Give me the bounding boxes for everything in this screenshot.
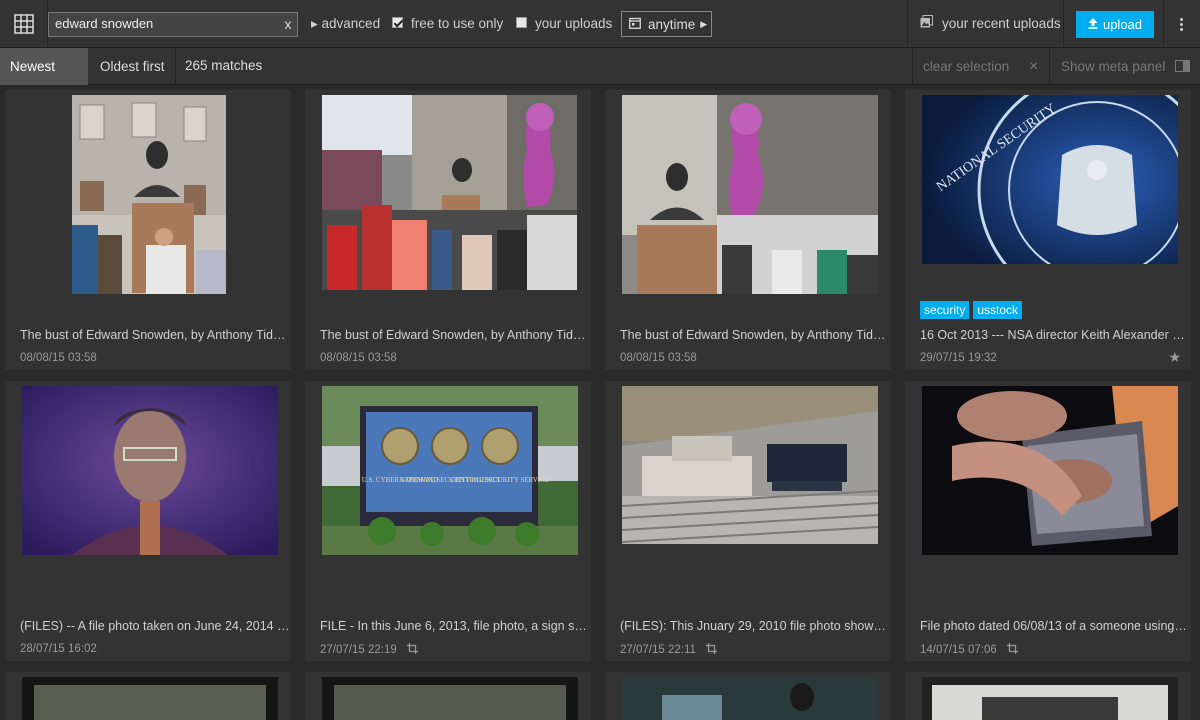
top-toolbar: edward snowden x ▸ advanced free to use … (0, 0, 1200, 48)
result-thumbnail[interactable] (922, 677, 1178, 720)
toolbar-divider (1163, 0, 1164, 48)
result-date: 08/08/15 03:58 (620, 352, 697, 364)
result-thumbnail[interactable] (322, 677, 578, 720)
result-thumbnail[interactable] (22, 677, 278, 720)
recent-uploads-label: your recent uploads (942, 16, 1061, 31)
result-card[interactable] (5, 672, 291, 720)
result-date: 14/07/15 07:06 (920, 643, 1018, 657)
result-card[interactable] (305, 672, 591, 720)
sortbar-divider (175, 48, 176, 85)
clear-selection-close-icon[interactable]: × (1019, 48, 1048, 85)
your-uploads-label: your uploads (535, 16, 613, 31)
advanced-search-link[interactable]: ▸ advanced (311, 14, 380, 34)
result-thumbnail[interactable] (622, 95, 878, 294)
result-card[interactable]: The bust of Edward Snowden, by Anthony T… (5, 90, 291, 370)
result-card[interactable]: (FILES): This Jnuary 29, 2010 file photo… (605, 381, 891, 661)
result-caption: (FILES) -- A file photo taken on June 24… (20, 619, 290, 633)
free-to-use-checkbox[interactable] (392, 16, 403, 28)
sort-bar: Newest first Oldest first 265 matches cl… (0, 48, 1200, 111)
caret-right-icon: ▶ (700, 18, 708, 29)
panel-icon[interactable] (1175, 60, 1190, 75)
result-date: 08/08/15 03:58 (20, 352, 97, 364)
result-caption: The bust of Edward Snowden, by Anthony T… (320, 328, 590, 342)
result-thumbnail[interactable] (922, 386, 1178, 555)
clear-search-button[interactable]: x (281, 15, 295, 33)
toolbar-divider (1063, 0, 1064, 48)
calendar-icon (629, 17, 641, 32)
result-card[interactable]: NATIONAL SECURITY security usstock 16 Oc… (905, 90, 1191, 370)
show-meta-panel-button[interactable]: Show meta panel (1051, 48, 1175, 85)
label-security[interactable]: security (920, 301, 970, 319)
result-thumbnail[interactable] (22, 386, 278, 555)
result-card[interactable]: The bust of Edward Snowden, by Anthony T… (305, 90, 591, 370)
result-date: 29/07/15 19:32 (920, 352, 997, 364)
crop-icon (1006, 643, 1018, 657)
result-caption: FILE - In this June 6, 2013, file photo,… (320, 619, 590, 633)
result-caption: The bust of Edward Snowden, by Anthony T… (620, 328, 890, 342)
sortbar-divider (1049, 48, 1050, 85)
date-range-picker[interactable]: anytime ▶ (621, 11, 712, 37)
upload-label: upload (1102, 17, 1143, 32)
result-date: 27/07/15 22:11 (620, 643, 717, 657)
result-date: 08/08/15 03:58 (320, 352, 397, 364)
sort-oldest-first[interactable]: Oldest first (90, 48, 175, 85)
result-card[interactable]: (FILES) -- A file photo taken on June 24… (5, 381, 291, 661)
toolbar-divider (907, 0, 908, 48)
result-date: 28/07/15 16:02 (20, 643, 97, 655)
result-caption: The bust of Edward Snowden, by Anthony T… (20, 328, 290, 342)
upload-icon (1088, 17, 1098, 32)
result-thumbnail[interactable] (72, 95, 226, 294)
date-range-label: anytime (648, 16, 696, 32)
free-to-use-filter[interactable]: free to use only (392, 14, 503, 34)
label-list: security usstock (920, 301, 1023, 319)
free-to-use-label: free to use only (411, 16, 504, 31)
more-options-icon[interactable] (1171, 14, 1191, 34)
result-card[interactable] (605, 672, 891, 720)
result-caption: File photo dated 06/08/13 of a someone u… (920, 619, 1190, 633)
crop-icon (406, 643, 418, 657)
search-input[interactable]: edward snowden (48, 12, 298, 37)
result-card[interactable]: File photo dated 06/08/13 of a someone u… (905, 381, 1191, 661)
image-stack-icon (920, 14, 933, 34)
sign-text-right: CENTRAL SECURITY SERVICE (451, 476, 549, 484)
result-thumbnail[interactable]: NATIONAL SECURITY (922, 95, 1178, 264)
grid-menu-icon[interactable] (0, 0, 48, 48)
clear-selection-button[interactable]: clear selection (913, 48, 1019, 85)
result-date: 27/07/15 22:19 (320, 643, 418, 657)
your-uploads-filter[interactable]: your uploads (516, 14, 612, 34)
result-thumbnail[interactable] (322, 95, 577, 290)
upload-button[interactable]: upload (1076, 11, 1154, 38)
your-uploads-checkbox[interactable] (516, 16, 527, 28)
result-caption: (FILES): This Jnuary 29, 2010 file photo… (620, 619, 890, 633)
result-card[interactable]: The bust of Edward Snowden, by Anthony T… (605, 90, 891, 370)
star-icon[interactable]: ★ (1168, 349, 1181, 366)
result-thumbnail[interactable] (622, 677, 878, 720)
result-caption: 16 Oct 2013 --- NSA director Keith Alexa… (920, 328, 1190, 342)
result-card[interactable] (905, 672, 1191, 720)
label-usstock[interactable]: usstock (973, 301, 1023, 319)
result-card[interactable]: U.S. CYBER COMMAND NATIONAL SECURITY AGE… (305, 381, 591, 661)
result-thumbnail[interactable] (622, 386, 878, 544)
sort-newest-first[interactable]: Newest first (0, 48, 88, 111)
match-count: 265 matches (185, 58, 263, 73)
crop-icon (705, 643, 717, 657)
result-thumbnail[interactable]: U.S. CYBER COMMAND NATIONAL SECURITY AGE… (322, 386, 578, 555)
recent-uploads-link[interactable]: your recent uploads (920, 14, 1061, 34)
